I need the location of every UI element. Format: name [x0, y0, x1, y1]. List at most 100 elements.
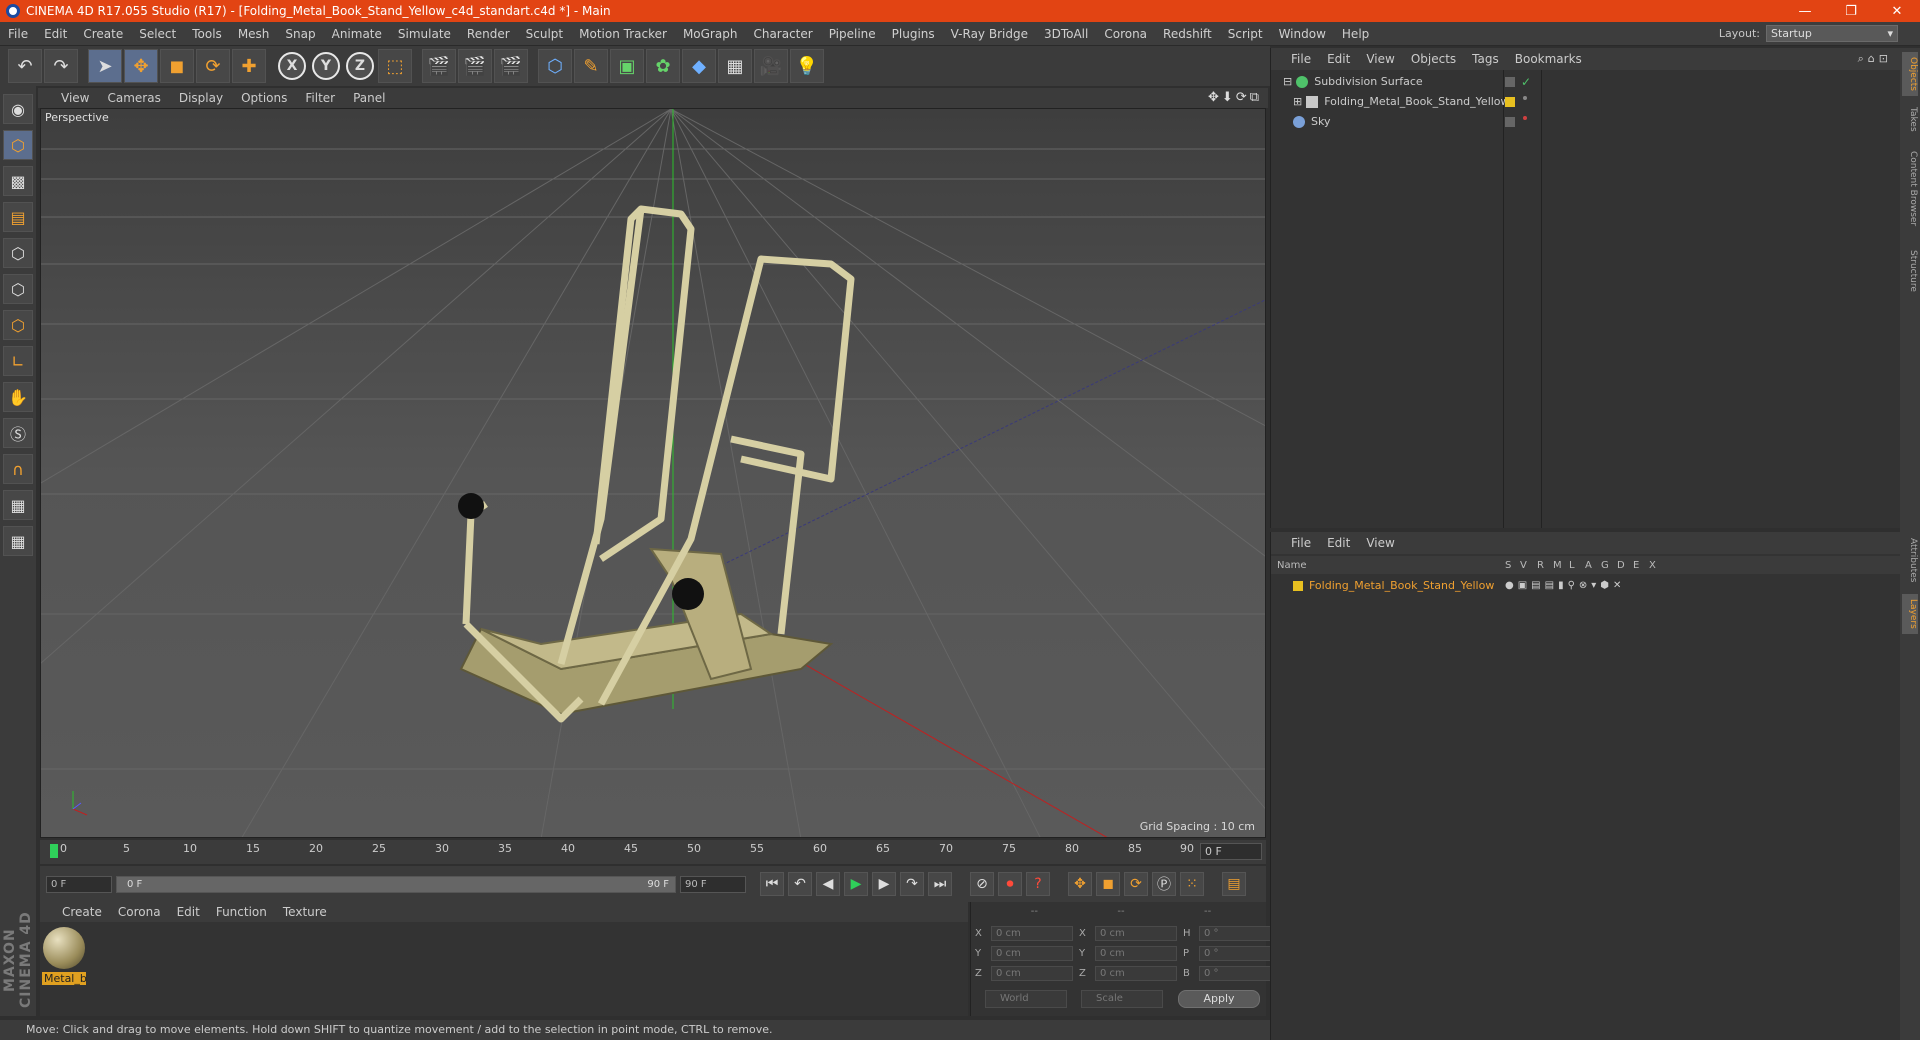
timeline-window-icon[interactable]: ▤: [1222, 872, 1246, 896]
menu-select[interactable]: Select: [131, 27, 184, 41]
menu-sculpt[interactable]: Sculpt: [518, 27, 571, 41]
menu-vray-bridge[interactable]: V-Ray Bridge: [943, 27, 1036, 41]
apply-button[interactable]: Apply: [1178, 990, 1260, 1008]
enabled-check-icon[interactable]: ✓: [1521, 76, 1531, 88]
minimize-button[interactable]: —: [1782, 0, 1828, 22]
menu-3dtoall[interactable]: 3DToAll: [1036, 27, 1096, 41]
next-key-icon[interactable]: ↷: [900, 872, 924, 896]
coord-field-rot-h[interactable]: 0 °: [1199, 926, 1273, 941]
coord-field-pos-x[interactable]: 0 cm: [991, 926, 1073, 941]
coord-field-pos-y[interactable]: 0 cm: [991, 946, 1073, 961]
object-row-sky[interactable]: Sky: [1273, 112, 1901, 131]
autokey-icon[interactable]: ⏺: [998, 872, 1022, 896]
coord-field-rot-b[interactable]: 0 °: [1199, 966, 1273, 981]
cube-object-icon[interactable]: ⬡: [538, 49, 572, 83]
visibility-tag-icon[interactable]: [1505, 116, 1515, 127]
go-to-end-icon[interactable]: ⏭: [928, 872, 952, 896]
key-parameter-icon[interactable]: Ⓟ: [1152, 872, 1176, 896]
frame-ruler[interactable]: 0 5 10 15 20 25 30 35 40 45 50 55 60 65 …: [50, 842, 1196, 862]
objects-menu-edit[interactable]: Edit: [1319, 52, 1358, 66]
next-frame-icon[interactable]: ▶: [872, 872, 896, 896]
key-pla-icon[interactable]: ⁙: [1180, 872, 1204, 896]
layer-toggle-icons[interactable]: ●▣▤▤▮⚲⊗▾⬢✕: [1505, 580, 1625, 591]
end-frame-field[interactable]: 90 F: [680, 875, 746, 893]
tweak-mode-icon[interactable]: ✋: [3, 382, 33, 412]
layout-dropdown[interactable]: Startup: [1766, 25, 1898, 42]
menu-render[interactable]: Render: [459, 27, 518, 41]
viewport-menu-display[interactable]: Display: [170, 91, 232, 105]
objects-menu-objects[interactable]: Objects: [1403, 52, 1464, 66]
tab-objects[interactable]: Objects: [1902, 52, 1918, 96]
previous-frame-icon[interactable]: ◀: [816, 872, 840, 896]
tab-takes[interactable]: Takes: [1902, 104, 1918, 134]
layer-color-tag[interactable]: [1505, 96, 1515, 107]
coordinate-mode-dropdown[interactable]: World: [985, 990, 1067, 1008]
layer-color-swatch[interactable]: [1293, 580, 1303, 591]
current-frame-field[interactable]: 0 F: [1200, 843, 1262, 860]
layers-menu-view[interactable]: View: [1358, 536, 1402, 550]
close-button[interactable]: ✕: [1874, 0, 1920, 22]
planar-workplane-icon[interactable]: ▦: [3, 526, 33, 556]
viewport-menu-panel[interactable]: Panel: [344, 91, 394, 105]
material-menu-corona[interactable]: Corona: [110, 905, 169, 919]
coord-field-pos-z[interactable]: 0 cm: [991, 966, 1073, 981]
menu-character[interactable]: Character: [745, 27, 820, 41]
size-mode-dropdown[interactable]: Scale: [1081, 990, 1163, 1008]
tab-structure[interactable]: Structure: [1902, 244, 1918, 298]
objects-menu-bookmarks[interactable]: Bookmarks: [1507, 52, 1590, 66]
coord-field-size-x[interactable]: 0 cm: [1095, 926, 1177, 941]
layers-menu-file[interactable]: File: [1283, 536, 1319, 550]
go-to-start-icon[interactable]: ⏮: [760, 872, 784, 896]
deformer-icon[interactable]: ◆: [682, 49, 716, 83]
make-editable-icon[interactable]: ◉: [3, 94, 33, 124]
menu-animate[interactable]: Animate: [324, 27, 390, 41]
light-icon[interactable]: 💡: [790, 49, 824, 83]
menu-mesh[interactable]: Mesh: [230, 27, 278, 41]
objects-menu-tags[interactable]: Tags: [1464, 52, 1507, 66]
material-menu-function[interactable]: Function: [208, 905, 275, 919]
key-rotation-icon[interactable]: ⟳: [1124, 872, 1148, 896]
model-mode-icon[interactable]: ⬡: [3, 130, 33, 160]
y-axis-lock-icon[interactable]: Y: [312, 52, 340, 80]
render-settings-icon[interactable]: 🎬: [494, 49, 528, 83]
edges-mode-icon[interactable]: ⬡: [3, 274, 33, 304]
collapse-icon[interactable]: ⊟: [1283, 75, 1292, 88]
coordinate-system-icon[interactable]: ⬚: [378, 49, 412, 83]
snap-icon[interactable]: Ⓢ: [3, 418, 33, 448]
axis-mode-icon[interactable]: ∟: [3, 346, 33, 376]
render-visibility-dot[interactable]: [1523, 116, 1527, 120]
x-axis-lock-icon[interactable]: X: [278, 52, 306, 80]
menu-corona[interactable]: Corona: [1096, 27, 1155, 41]
material-swatch[interactable]: Metal_b: [40, 922, 90, 992]
menu-motion-tracker[interactable]: Motion Tracker: [571, 27, 675, 41]
texture-mode-icon[interactable]: ▩: [3, 166, 33, 196]
layer-row[interactable]: Folding_Metal_Book_Stand_Yellow ●▣▤▤▮⚲⊗▾…: [1273, 576, 1901, 595]
coord-field-rot-p[interactable]: 0 °: [1199, 946, 1273, 961]
rotate-tool-icon[interactable]: ⟳: [196, 49, 230, 83]
perspective-viewport[interactable]: Perspective Grid Spacing : 10 cm: [40, 108, 1266, 838]
pen-spline-icon[interactable]: ✎: [574, 49, 608, 83]
viewport-menu-view[interactable]: View: [52, 91, 98, 105]
cloner-icon[interactable]: ✿: [646, 49, 680, 83]
key-position-icon[interactable]: ✥: [1068, 872, 1092, 896]
menu-file[interactable]: File: [0, 27, 36, 41]
points-mode-icon[interactable]: ⬡: [3, 238, 33, 268]
viewport-menu-options[interactable]: Options: [232, 91, 296, 105]
previous-key-icon[interactable]: ↶: [788, 872, 812, 896]
scale-tool-icon[interactable]: ◼: [160, 49, 194, 83]
tab-attributes[interactable]: Attributes: [1902, 532, 1918, 588]
key-scale-icon[interactable]: ◼: [1096, 872, 1120, 896]
viewport-navigation-icons[interactable]: ✥⬇⟳⧉: [1208, 90, 1262, 105]
menu-window[interactable]: Window: [1271, 27, 1334, 41]
workplane-lock-icon[interactable]: ▦: [3, 490, 33, 520]
tab-content-browser[interactable]: Content Browser: [1902, 144, 1918, 234]
timeline-ruler[interactable]: 0 5 10 15 20 25 30 35 40 45 50 55 60 65 …: [40, 840, 1266, 864]
keyframe-selection-icon[interactable]: ?: [1026, 872, 1050, 896]
render-view-icon[interactable]: 🎬: [422, 49, 456, 83]
live-selection-icon[interactable]: ➤: [88, 49, 122, 83]
visibility-tag-icon[interactable]: [1505, 76, 1515, 87]
menu-script[interactable]: Script: [1220, 27, 1271, 41]
move-tool-icon[interactable]: ✥: [124, 49, 158, 83]
coord-field-size-z[interactable]: 0 cm: [1095, 966, 1177, 981]
start-frame-field[interactable]: 0 F: [46, 875, 112, 893]
